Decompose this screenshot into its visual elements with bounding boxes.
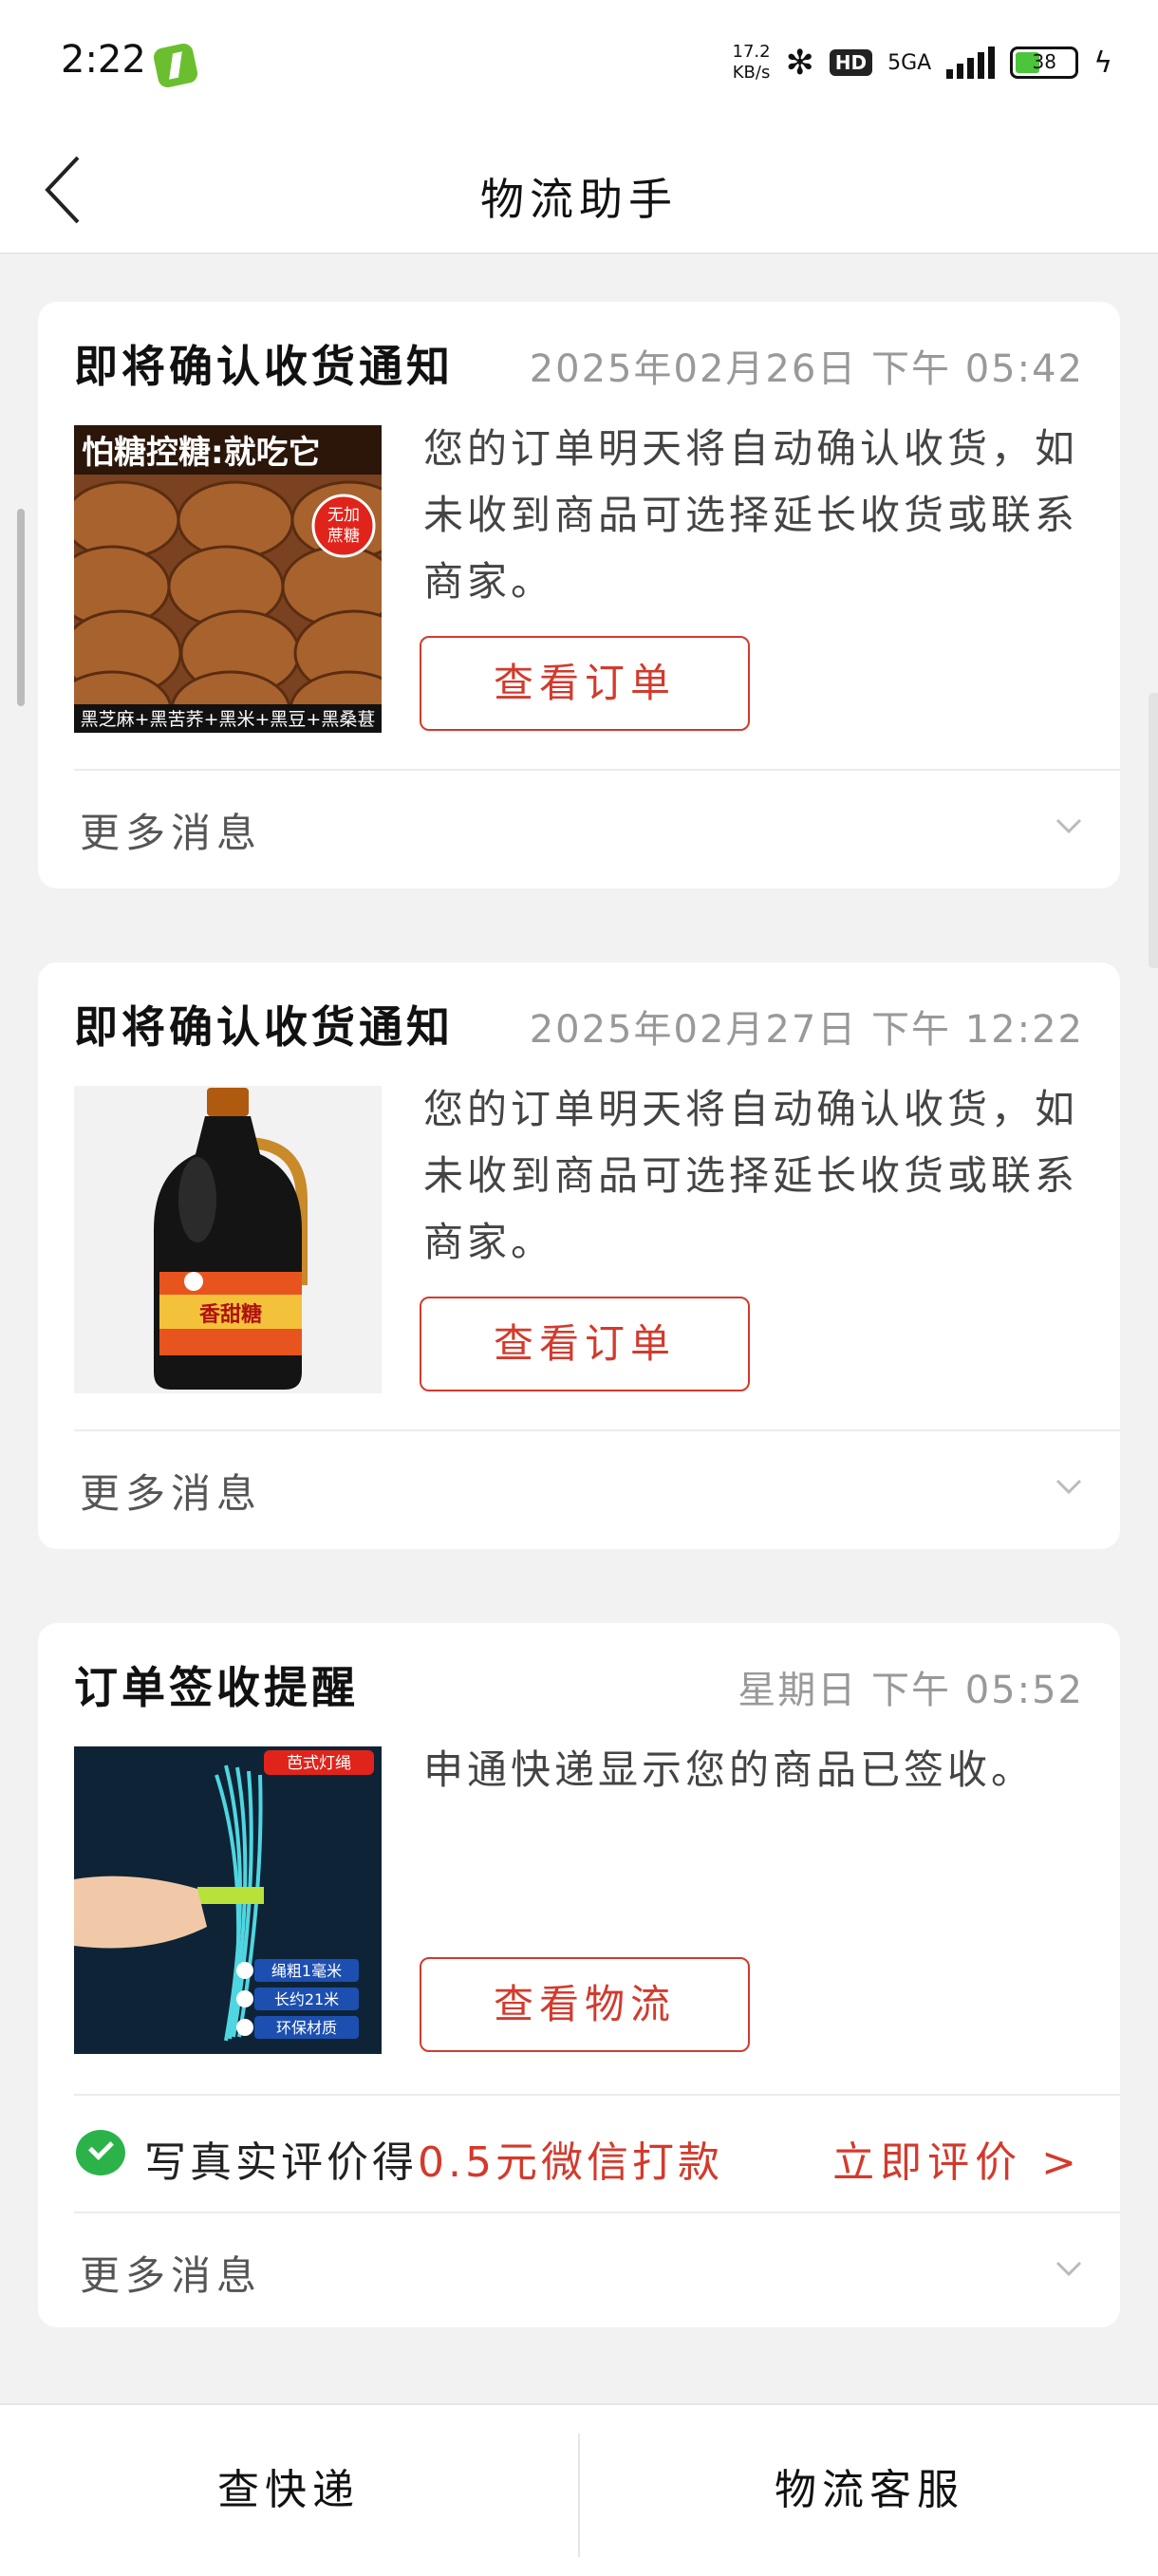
- image-feature2: 长约21米: [274, 1990, 339, 2008]
- chevron-down-icon: [1055, 1479, 1082, 1495]
- bottom-divider: [578, 2434, 580, 2557]
- more-messages-row[interactable]: 更多消息: [38, 1431, 1120, 1549]
- message-card: 订单签收提醒 星期日 下午 05:52 芭式灯绳 绳粗1毫米 长约21米 环保材…: [38, 1623, 1120, 2327]
- review-promo-text: 写真实评价得0.5元微信打款: [144, 2138, 723, 2187]
- status-time: 2:22: [61, 38, 146, 82]
- scroll-indicator: [17, 509, 25, 706]
- status-bar: 2:22 17.2 KB/s ✻ HD 5GA 38 ϟ: [0, 0, 1158, 133]
- edge-handle: [1149, 693, 1158, 968]
- view-order-button[interactable]: 查看订单: [420, 1297, 750, 1391]
- card-time: 星期日 下午 05:52: [738, 1669, 1084, 1712]
- review-now-link[interactable]: 立即评价 >: [832, 2128, 1082, 2189]
- card-title: 即将确认收货通知: [74, 1001, 454, 1053]
- bottom-bar: 查快递 物流客服: [0, 2403, 1158, 2576]
- view-logistics-button[interactable]: 查看物流: [420, 1957, 750, 2052]
- image-feature1: 绳粗1毫米: [271, 1962, 342, 1980]
- image-tag: 芭式灯绳: [287, 1754, 351, 1773]
- card-message: 您的订单明天将自动确认收货，如未收到商品可选择延长收货或联系商家。: [423, 1086, 1079, 1265]
- message-card: 即将确认收货通知 2025年02月27日 下午 12:22 香甜糖 您的订单明天…: [38, 962, 1120, 1549]
- badge-line2: 蔗糖: [327, 527, 360, 546]
- card-message: 申通快递显示您的商品已签收。: [423, 1746, 1036, 1793]
- network-type: 5GA: [887, 50, 932, 75]
- card-time: 2025年02月26日 下午 05:42: [529, 347, 1084, 391]
- charging-icon: ϟ: [1093, 46, 1112, 80]
- image-feature3: 环保材质: [276, 2019, 337, 2037]
- status-indicators: 17.2 KB/s ✻ HD 5GA 38 ϟ: [733, 42, 1113, 84]
- track-package-button[interactable]: 查快递: [0, 2405, 577, 2576]
- chevron-down-icon: [1055, 2261, 1082, 2277]
- image-ingredients: 黑芝麻+黑苦荞+黑米+黑豆+黑桑葚: [81, 709, 376, 730]
- network-speed: 17.2 KB/s: [732, 42, 771, 83]
- nav-bar: 物流助手: [0, 133, 1158, 254]
- bluetooth-icon: ✻: [785, 43, 814, 83]
- badge-line1: 无加: [327, 506, 360, 525]
- view-order-button[interactable]: 查看订单: [420, 636, 750, 731]
- chevron-down-icon: [1055, 818, 1082, 834]
- image-headline: 怕糖控糖:就吃它: [82, 434, 321, 472]
- review-promo-row[interactable]: 写真实评价得0.5元微信打款 立即评价 >: [38, 2096, 1120, 2213]
- signal-icon: [946, 47, 996, 79]
- hd-icon: HD: [829, 49, 873, 76]
- logistics-service-button[interactable]: 物流客服: [581, 2405, 1158, 2576]
- more-messages-label: 更多消息: [80, 810, 263, 856]
- more-messages-label: 更多消息: [80, 1470, 263, 1517]
- review-reward: 0.5元微信打款: [418, 2138, 723, 2187]
- product-image[interactable]: 芭式灯绳 绳粗1毫米 长约21米 环保材质: [74, 1746, 382, 2054]
- more-messages-row[interactable]: 更多消息: [38, 771, 1120, 888]
- card-message: 您的订单明天将自动确认收货，如未收到商品可选择延长收货或联系商家。: [423, 425, 1079, 605]
- wechat-check-icon: [76, 2130, 125, 2175]
- more-messages-label: 更多消息: [80, 2252, 263, 2299]
- message-card: 即将确认收货通知 2025年02月26日 下午 05:42 怕糖控糖:就吃它 无…: [38, 302, 1120, 888]
- image-label: 香甜糖: [199, 1302, 262, 1327]
- battery-icon: 38: [1010, 47, 1079, 79]
- card-time: 2025年02月27日 下午 12:22: [529, 1008, 1084, 1052]
- card-title: 即将确认收货通知: [74, 341, 454, 392]
- product-image[interactable]: 怕糖控糖:就吃它 无加 蔗糖 黑芝麻+黑苦荞+黑米+黑豆+黑桑葚: [74, 425, 382, 733]
- app-notification-icon: [152, 42, 199, 89]
- more-messages-row[interactable]: 更多消息: [38, 2213, 1120, 2327]
- page-title: 物流助手: [480, 174, 678, 225]
- card-title: 订单签收提醒: [74, 1662, 359, 1713]
- product-image[interactable]: 香甜糖: [74, 1086, 382, 1393]
